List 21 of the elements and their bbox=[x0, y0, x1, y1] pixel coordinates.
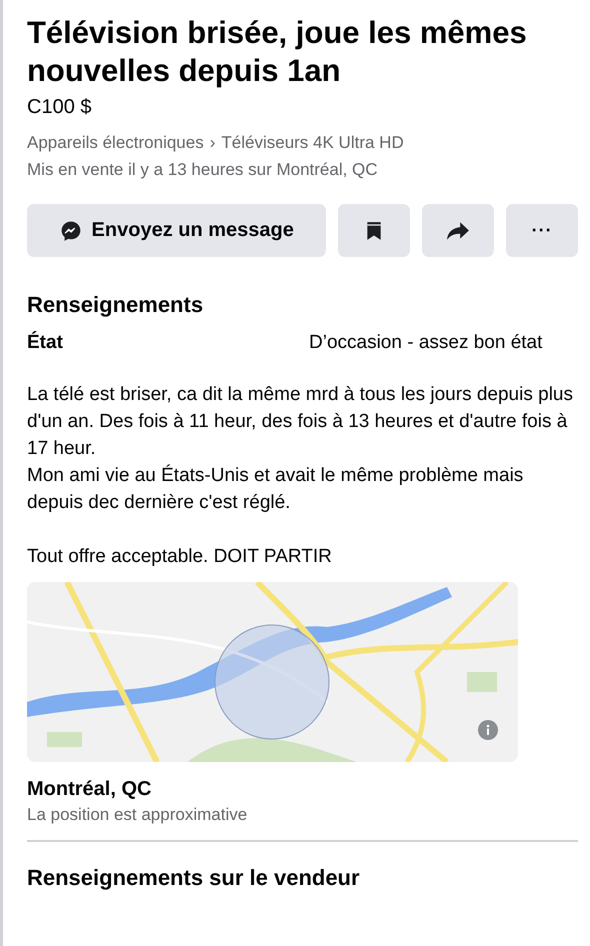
description-text: La télé est briser, ca dit la même mrd à tous les jours depuis plus d'un an. Des fois à 11 heur, des fois à 13 heures et d'autre fois à 17 heur. Mon ami vie au États-Unis et avait le même problème mais depuis dec dernière c'est réglé. Tout offre acceptable. DOIT PARTIR bbox=[27, 383, 574, 569]
location-note: La position est approximative bbox=[27, 804, 248, 826]
price: C100 $ bbox=[27, 95, 92, 120]
section-heading: Renseignements bbox=[27, 291, 204, 319]
field-value: D’occasion - assez bon état bbox=[309, 331, 544, 355]
share-button[interactable] bbox=[422, 204, 494, 257]
info-icon[interactable] bbox=[478, 720, 498, 740]
bookmark-icon bbox=[366, 220, 382, 240]
breadcrumb-link[interactable]: Appareils électroniques bbox=[27, 133, 204, 152]
breadcrumb-link[interactable]: Téléviseurs 4K Ultra HD bbox=[221, 133, 404, 152]
more-button[interactable]: ··· bbox=[506, 204, 578, 257]
listing-title: Télévision brisée, joue les mêmes nouvelles depuis 1an bbox=[27, 14, 528, 90]
section-heading: Renseignements sur le vendeur bbox=[27, 864, 361, 892]
breadcrumb-separator: › bbox=[210, 133, 216, 152]
share-arrow-icon bbox=[446, 220, 470, 240]
save-button[interactable] bbox=[338, 204, 410, 257]
posted-info: Mis en vente il y a 13 heures sur Montréal, QC bbox=[27, 159, 379, 181]
chat-bubble-icon bbox=[60, 220, 82, 242]
location-name: Montréal, QC bbox=[27, 777, 152, 802]
field-label: État bbox=[27, 330, 64, 355]
send-message-button[interactable]: Envoyez un message bbox=[27, 204, 326, 257]
